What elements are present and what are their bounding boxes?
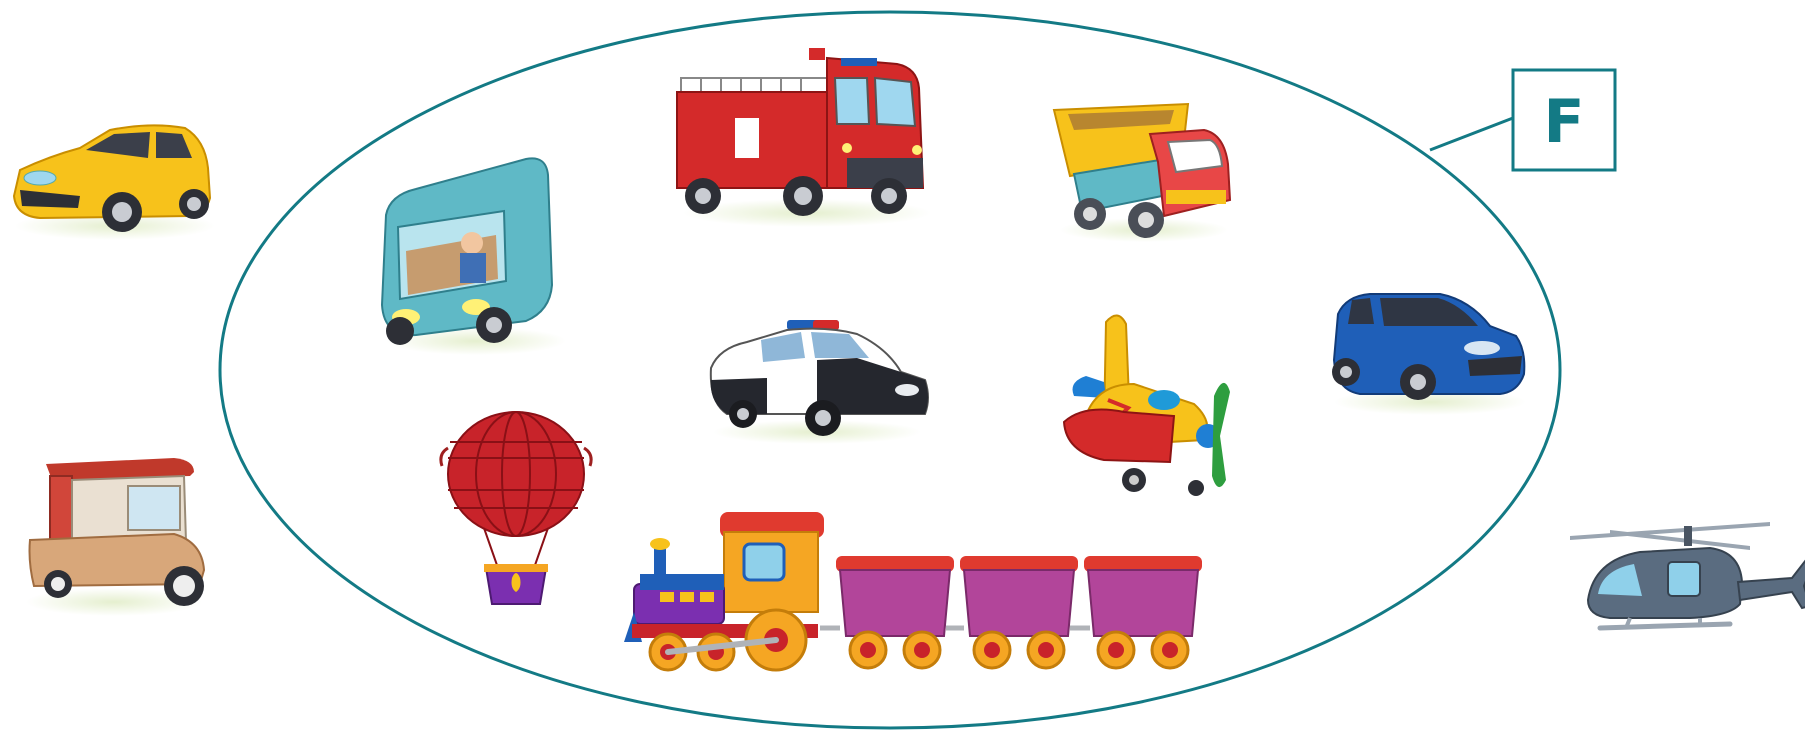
- fire-truck-icon: [676, 48, 931, 227]
- set-label-connector: [1429, 116, 1514, 152]
- set-label: F: [1544, 87, 1585, 157]
- vehicle-set-diagram: F: [12, 10, 1805, 730]
- police-car-icon: [709, 320, 929, 444]
- bus-icon: [380, 157, 566, 355]
- yellow-car-icon: [12, 124, 215, 240]
- auto-rickshaw-icon: [26, 458, 206, 616]
- blue-car-icon: [1332, 293, 1526, 415]
- hot-air-balloon-icon: [439, 411, 593, 605]
- helicopter-icon: [1570, 522, 1805, 631]
- toy-train-icon: [624, 512, 1202, 672]
- toy-airplane-icon: [1062, 314, 1230, 496]
- dump-truck-icon: [1052, 102, 1232, 242]
